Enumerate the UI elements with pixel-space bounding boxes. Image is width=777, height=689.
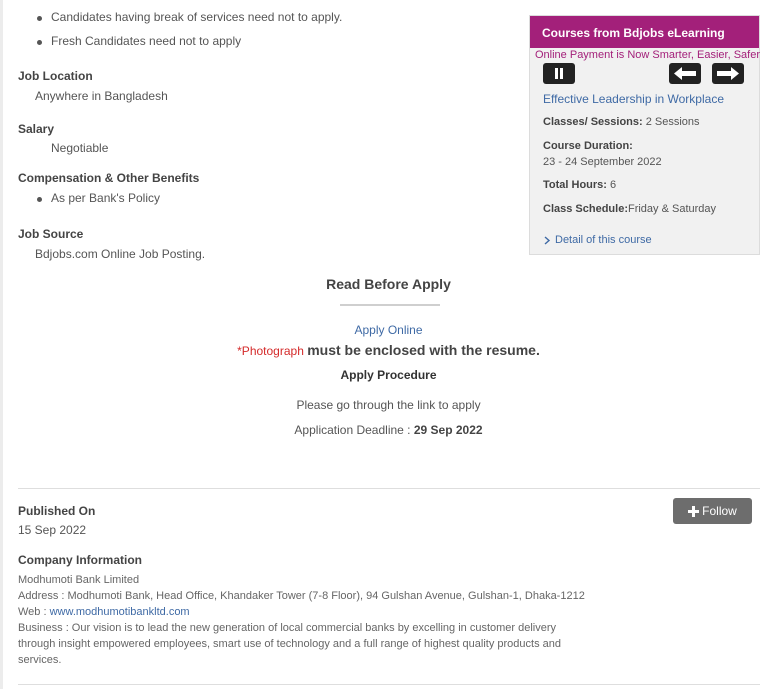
elearning-courses-box: Courses from Bdjobs eLearning Online Pay…	[529, 15, 760, 255]
photograph-note: *Photograph must be enclosed with the re…	[0, 342, 777, 358]
web-label: Web :	[18, 606, 47, 618]
course-detail-link[interactable]: Detail of this course	[543, 234, 652, 246]
hours-value: 6	[610, 179, 617, 191]
benefits-list: As per Bank's Policy	[18, 191, 418, 205]
class-schedule: Class Schedule:Friday & Saturday	[543, 203, 716, 215]
list-item: As per Bank's Policy	[18, 191, 418, 205]
job-location-value: Anywhere in Bangladesh	[35, 89, 168, 103]
next-button[interactable]	[712, 63, 744, 84]
job-source-value: Bdjobs.com Online Job Posting.	[35, 247, 206, 261]
arrow-left-icon	[674, 67, 696, 80]
company-business-line-2: through insight empowered employees, sma…	[18, 638, 561, 650]
total-hours: Total Hours: 6	[543, 179, 616, 191]
deadline-label: Application Deadline :	[294, 423, 411, 437]
company-info-heading: Company Information	[18, 553, 143, 567]
salary-value: Negotiable	[51, 141, 109, 155]
deadline-value: 29 Sep 2022	[413, 423, 483, 437]
duration-label: Course Duration:	[543, 140, 633, 152]
published-date: 15 Sep 2022	[18, 523, 87, 537]
company-business-line-1: Business : Our vision is to lead the new…	[18, 622, 557, 634]
schedule-label: Class Schedule:	[543, 203, 628, 215]
course-title-link[interactable]: Effective Leadership in Workplace	[543, 92, 724, 106]
hours-label: Total Hours:	[543, 179, 607, 191]
plus-icon	[688, 505, 700, 517]
pause-icon	[555, 68, 563, 79]
apply-online-link[interactable]: Apply Online	[354, 323, 422, 337]
section-divider	[18, 488, 760, 489]
photograph-note-text: must be enclosed with the resume.	[307, 342, 540, 358]
list-item: Candidates having break of services need…	[18, 10, 518, 34]
pause-button[interactable]	[543, 63, 575, 84]
requirements-list: Candidates having break of services need…	[18, 10, 518, 48]
read-before-apply-heading: Read Before Apply	[326, 276, 451, 292]
salary-label: Salary	[18, 122, 55, 136]
published-label: Published On	[18, 504, 96, 518]
duration-value: 23 - 24 September 2022	[543, 156, 662, 168]
previous-button[interactable]	[669, 63, 701, 84]
list-item: Fresh Candidates need not to apply	[18, 34, 518, 48]
follow-button[interactable]: Follow	[673, 498, 752, 524]
bottom-divider	[18, 684, 760, 685]
arrow-right-icon	[717, 67, 739, 80]
job-source-label: Job Source	[18, 227, 84, 241]
company-business-line-3: services.	[18, 654, 62, 666]
company-name: Modhumoti Bank Limited	[18, 574, 140, 586]
classes-sessions: Classes/ Sessions: 2 Sessions	[543, 116, 700, 128]
classes-value: 2 Sessions	[645, 116, 700, 128]
company-address: Address : Modhumoti Bank, Head Office, K…	[18, 590, 585, 602]
classes-label: Classes/ Sessions:	[543, 116, 643, 128]
detail-link-text: Detail of this course	[555, 234, 652, 246]
courses-box-title: Courses from Bdjobs eLearning	[530, 16, 759, 48]
payment-tagline: Online Payment is Now Smarter, Easier, S…	[535, 49, 760, 61]
application-deadline: Application Deadline : 29 Sep 2022	[0, 423, 777, 437]
chevron-right-icon	[544, 235, 551, 245]
photograph-required: *Photograph	[237, 344, 304, 358]
company-website-link[interactable]: www.modhumotibankltd.com	[50, 606, 190, 618]
apply-instruction: Please go through the link to apply	[296, 398, 481, 412]
follow-label: Follow	[702, 504, 737, 518]
schedule-value: Friday & Saturday	[627, 203, 717, 215]
course-duration: Course Duration:	[543, 140, 633, 152]
company-web: Web : www.modhumotibankltd.com	[18, 604, 190, 620]
heading-underline	[340, 304, 440, 306]
apply-procedure-heading: Apply Procedure	[340, 368, 437, 382]
benefits-label: Compensation & Other Benefits	[18, 171, 200, 185]
apply-online-wrap: Apply Online	[0, 323, 777, 337]
job-location-label: Job Location	[18, 69, 93, 83]
